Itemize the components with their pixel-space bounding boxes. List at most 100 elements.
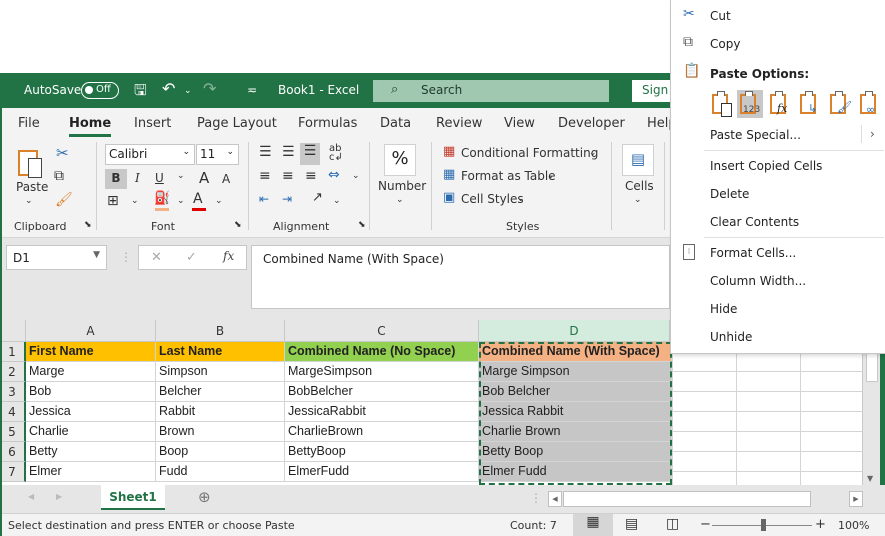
header-cell[interactable]: Combined Name (With Space) [479,342,672,362]
cell[interactable]: Charlie [26,422,156,442]
save-icon[interactable]: 🖫 [134,80,147,105]
font-color-dropdown-icon[interactable]: ⌄ [215,196,223,206]
column-header-b[interactable]: B [156,320,285,342]
orientation-dropdown-icon[interactable]: ⌄ [333,196,341,206]
sheet-tab-sheet1[interactable]: Sheet1 [101,485,165,510]
merge-dropdown-icon[interactable]: ⌄ [352,171,360,181]
menu-item-insert-copied-cells[interactable]: Insert Copied Cells [710,159,822,173]
sheet-scroll-right-icon[interactable]: ▶ [56,492,62,501]
menu-item-column-width[interactable]: Column Width... [710,274,806,288]
cells-icon[interactable]: ▤ [622,144,654,176]
cells-dropdown-icon[interactable]: ⌄ [634,195,642,205]
row-header[interactable]: 6 [0,442,26,462]
menu-item-paste-special[interactable]: Paste Special... [710,128,801,142]
tab-file[interactable]: File [18,116,40,131]
decrease-font-icon[interactable]: A [222,172,230,186]
scroll-down-icon[interactable]: ▼ [867,474,873,483]
borders-dropdown-icon[interactable]: ⌄ [131,196,139,206]
merge-center-icon[interactable]: ⇔ [328,167,340,183]
cell[interactable]: Belcher [156,382,285,402]
format-painter-icon[interactable]: 🖌 [55,192,73,208]
cell[interactable]: CharlieBrown [285,422,479,442]
wrap-text-icon[interactable]: ab c↲ [329,144,343,163]
zoom-out-icon[interactable]: − [700,517,711,532]
cell[interactable]: BobBelcher [285,382,479,402]
formula-input[interactable]: Combined Name (With Space) [251,245,670,309]
fill-color-icon[interactable]: ⛽ [154,191,170,206]
zoom-slider-thumb[interactable] [761,519,766,531]
cell[interactable]: Betty [26,442,156,462]
borders-icon[interactable]: ⊞ [107,193,119,209]
menu-item-clear-contents[interactable]: Clear Contents [710,215,799,229]
font-name-select[interactable]: Calibri ⌄ [105,144,195,165]
cell[interactable]: JessicaRabbit [285,402,479,422]
column-header-c[interactable]: C [285,320,479,342]
column-header-d[interactable]: D [479,320,670,342]
cell[interactable]: Jessica Rabbit [479,402,672,422]
tab-insert[interactable]: Insert [134,116,171,131]
top-align-icon[interactable]: ☰ [259,144,272,160]
menu-item-hide[interactable]: Hide [710,302,737,316]
conditional-formatting-dropdown-icon[interactable]: ⌄ [589,148,597,158]
cell[interactable]: ElmerFudd [285,462,479,482]
align-center-icon[interactable]: ≡ [282,168,294,184]
number-group-label[interactable]: Number [378,179,426,193]
page-break-view-icon[interactable]: ◫ [666,516,679,532]
row-header[interactable]: 2 [0,362,26,382]
cell[interactable]: Rabbit [156,402,285,422]
cut-icon[interactable]: ✂ [56,144,69,162]
cell[interactable]: Jessica [26,402,156,422]
format-as-table-button[interactable]: Format as Table [461,169,556,183]
scroll-right-icon[interactable]: ▶ [849,491,863,507]
clipboard-launcher-icon[interactable]: ⬊ [84,220,92,230]
increase-font-icon[interactable]: A [199,169,209,187]
align-left-icon[interactable]: ≡ [259,168,271,184]
row-header[interactable]: 4 [0,402,26,422]
cell[interactable]: Boop [156,442,285,462]
formula-bar-grip[interactable]: ⋮ [120,250,132,264]
submenu-arrow-icon[interactable]: › [870,127,875,141]
search-box[interactable]: ⌕ Search [373,80,609,102]
paste-values-icon[interactable]: 123 [737,90,763,118]
cell-styles-button[interactable]: Cell Styles [461,192,524,206]
menu-item-cut[interactable]: Cut [710,9,731,23]
italic-button[interactable]: I [135,171,140,185]
sheet-scroll-left-icon[interactable]: ◀ [28,492,34,501]
row-header[interactable]: 5 [0,422,26,442]
increase-indent-icon[interactable]: ⇥ [282,192,292,206]
font-color-icon[interactable]: A [193,191,203,207]
cancel-icon[interactable]: ✕ [151,250,162,265]
tab-view[interactable]: View [504,116,535,131]
cell[interactable]: BettyBoop [285,442,479,462]
empty-cells[interactable] [672,352,867,485]
tab-developer[interactable]: Developer [558,116,625,131]
cell-styles-dropdown-icon[interactable]: ⌄ [517,194,525,204]
cell[interactable]: Simpson [156,362,285,382]
alignment-launcher-icon[interactable]: ⬊ [358,220,366,230]
vertical-scroll-thumb[interactable] [866,352,878,382]
number-format-icon[interactable]: % [384,144,416,176]
scroll-left-icon[interactable]: ◀ [548,491,562,507]
cell[interactable]: Marge [26,362,156,382]
cell[interactable]: Fudd [156,462,285,482]
align-right-icon[interactable]: ≡ [305,168,317,184]
cell[interactable]: MargeSimpson [285,362,479,382]
undo-dropdown-icon[interactable]: ⌄ [184,86,192,96]
tab-page-layout[interactable]: Page Layout [197,116,277,131]
horizontal-scroll-thumb[interactable] [563,491,811,507]
cell[interactable]: Bob [26,382,156,402]
cell[interactable]: Charlie Brown [479,422,672,442]
cell[interactable]: Brown [156,422,285,442]
insert-function-icon[interactable]: fx [223,249,234,263]
cell[interactable]: Betty Boop [479,442,672,462]
menu-item-format-cells[interactable]: Format Cells... [710,246,796,260]
tab-home[interactable]: Home [69,116,112,137]
decrease-indent-icon[interactable]: ⇤ [259,192,269,206]
fill-color-dropdown-icon[interactable]: ⌄ [177,196,185,206]
scrollbar-splitter[interactable]: ⋮ [530,491,542,505]
select-all-corner[interactable] [0,320,26,342]
underline-dropdown-icon[interactable]: ⌄ [177,171,185,181]
tab-data[interactable]: Data [380,116,411,131]
conditional-formatting-button[interactable]: Conditional Formatting [461,146,598,160]
customize-toolbar-icon[interactable]: ≂ [247,83,257,97]
